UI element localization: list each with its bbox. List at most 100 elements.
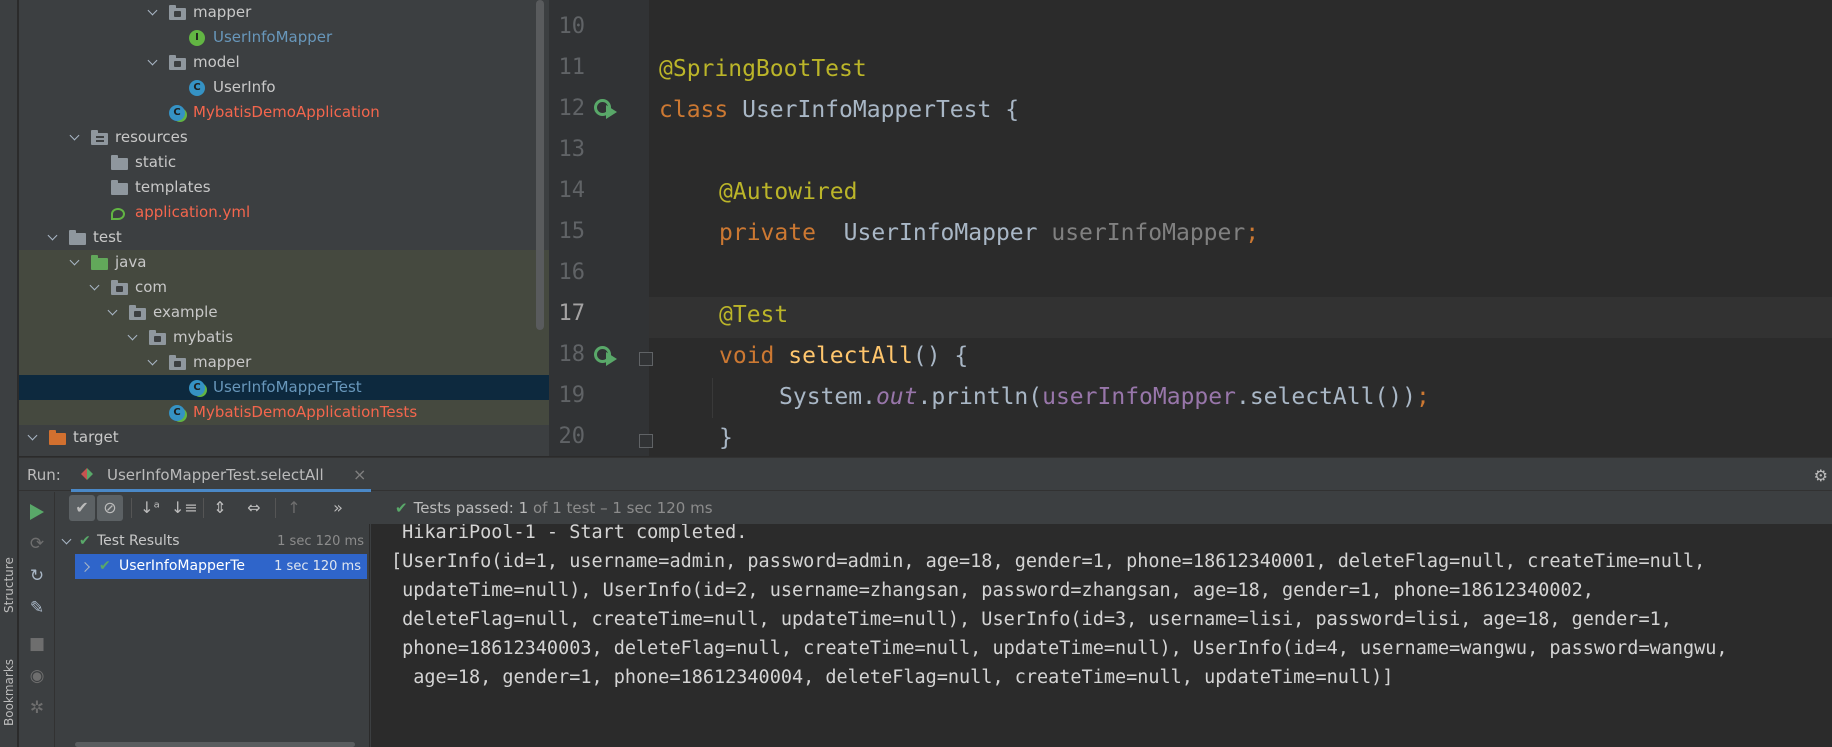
toolbar-separator xyxy=(275,498,276,518)
method-params: () { xyxy=(912,343,969,369)
chevron-down-icon[interactable] xyxy=(25,425,41,450)
chevron-down-icon[interactable] xyxy=(67,250,83,275)
code-line-12: class UserInfoMapperTest { xyxy=(659,97,1019,123)
tree-node-java[interactable]: java xyxy=(19,250,549,275)
tree-node-target[interactable]: target xyxy=(19,425,549,450)
chevron-down-icon[interactable] xyxy=(59,529,75,554)
result-time: 1 sec 120 ms xyxy=(277,534,364,549)
project-scrollbar[interactable] xyxy=(536,0,544,330)
fold-method-icon[interactable] xyxy=(639,352,653,366)
run-test-gutter-icon[interactable] xyxy=(594,346,620,370)
tree-node-mybatis[interactable]: mybatis xyxy=(19,325,549,350)
chevron-right-icon[interactable] xyxy=(75,559,100,575)
test-runner-toolbar: ✔ ⊘ ↓ᵃ ↓≡ ⇕ ⇔ ↑ » ✔ Tests passed: 1 of 1 … xyxy=(55,492,1832,524)
tree-node-model[interactable]: model xyxy=(19,50,549,75)
tree-node-resources[interactable]: resources xyxy=(19,125,549,150)
stop-icon[interactable]: ■ xyxy=(27,634,47,654)
test-results-root[interactable]: ✔ Test Results 1 sec 120 ms xyxy=(55,529,370,554)
bookmarks-tab[interactable]: Bookmarks xyxy=(0,645,18,740)
tree-node-com[interactable]: com xyxy=(19,275,549,300)
console-line: updateTime=null), UserInfo(id=2, usernam… xyxy=(391,580,1594,601)
package-icon xyxy=(149,330,166,345)
test-config-icon xyxy=(81,468,93,480)
tree-node-mapper[interactable]: mapper xyxy=(19,350,549,375)
collapse-all-button[interactable]: ⇔ xyxy=(241,495,267,521)
class-icon: C xyxy=(189,80,205,96)
tree-node-label: target xyxy=(73,428,119,446)
tree-node-label: mybatis xyxy=(173,328,234,346)
chevron-down-icon[interactable] xyxy=(87,275,103,300)
previous-failed-button[interactable]: ↑ xyxy=(281,495,307,521)
chevron-down-icon[interactable] xyxy=(105,300,121,325)
chevron-down-icon[interactable] xyxy=(125,325,141,350)
tree-node-userinfomappertest[interactable]: C UserInfoMapperTest xyxy=(19,375,549,400)
tree-node-label: mapper xyxy=(193,353,252,371)
chevron-down-icon[interactable] xyxy=(45,225,61,250)
run-class-gutter-icon[interactable] xyxy=(594,99,620,123)
class-icon: C xyxy=(169,105,185,121)
tree-node-label: mapper xyxy=(193,3,252,21)
current-line-highlight xyxy=(649,297,1832,338)
line-number: 18 xyxy=(558,342,586,367)
fold-end-icon[interactable] xyxy=(639,434,653,448)
tree-node-templates[interactable]: templates xyxy=(19,175,549,200)
indent-guide xyxy=(712,378,713,418)
close-tab-icon[interactable]: × xyxy=(353,465,366,484)
wrench-icon[interactable]: ✎ xyxy=(27,598,47,618)
status-detail: of 1 test – 1 sec 120 ms xyxy=(532,499,713,517)
field-ref: userInfoMapper xyxy=(1042,384,1236,410)
folder-icon xyxy=(49,430,66,445)
gear-icon[interactable]: ⚙ xyxy=(1814,466,1828,485)
run-side-toolbar: ⟳ ↻ ✎ ■ ◉ ✲ xyxy=(19,492,55,747)
class-icon: C xyxy=(169,405,185,421)
annotation-springboottest: @SpringBootTest xyxy=(659,56,867,82)
tree-node-mybatisdemoapplication[interactable]: C MybatisDemoApplication xyxy=(19,100,549,125)
tree-node-userinfomapper[interactable]: I UserInfoMapper xyxy=(19,25,549,50)
rerun-play-icon[interactable] xyxy=(27,502,47,522)
class-name: UserInfoMapperTest { xyxy=(728,97,1020,123)
annotation-test: @Test xyxy=(719,302,789,328)
toggle-auto-test-icon[interactable]: ↻ xyxy=(27,566,47,586)
expand-all-button[interactable]: ⇕ xyxy=(207,495,233,521)
tree-node-static[interactable]: static xyxy=(19,150,549,175)
code-line-20: } xyxy=(719,425,733,451)
tree-node-userinfo[interactable]: C UserInfo xyxy=(19,75,549,100)
camera-icon[interactable]: ◉ xyxy=(27,666,47,686)
field-type: UserInfoMapper xyxy=(815,220,1052,246)
run-config-tab[interactable]: UserInfoMapperTest.selectAll × xyxy=(71,458,371,492)
passed-check-icon: ✔ xyxy=(395,499,408,517)
code-editor[interactable]: 10 11 12 13 14 15 16 17 18 19 20 @SpringBootTest c… xyxy=(549,0,1832,456)
show-passed-button[interactable]: ✔ xyxy=(69,495,95,521)
console-line: age=18, gender=1, phone=18612340004, del… xyxy=(391,667,1394,688)
sort-alphabetically-button[interactable]: ↓ᵃ xyxy=(137,495,163,521)
project-tree[interactable]: mapper I UserInfoMapper model C UserInfo C Myba… xyxy=(19,0,549,456)
interface-icon: I xyxy=(189,30,205,46)
settings-icon[interactable]: ✲ xyxy=(27,698,47,718)
semicolon: ; xyxy=(1416,384,1430,410)
annotation-autowired: @Autowired xyxy=(719,179,858,205)
chevron-down-icon[interactable] xyxy=(145,350,161,375)
more-actions-button[interactable]: » xyxy=(325,495,351,521)
test-result-item[interactable]: ✔ UserInfoMapperTe 1 sec 120 ms xyxy=(75,554,367,579)
tree-node-test[interactable]: test xyxy=(19,225,549,250)
tree-node-application-yml[interactable]: application.yml xyxy=(19,200,549,225)
tests-status: ✔ Tests passed: 1 of 1 test – 1 sec 120 m… xyxy=(395,499,713,517)
chevron-down-icon[interactable] xyxy=(67,125,83,150)
code-line-14: @Autowired xyxy=(719,179,857,205)
code-line-15: private UserInfoMapper userInfoMapper; xyxy=(719,220,1259,246)
results-scrollbar[interactable] xyxy=(75,742,355,747)
show-ignored-button[interactable]: ⊘ xyxy=(97,495,123,521)
console-line: phone=18612340003, deleteFlag=null, crea… xyxy=(391,638,1728,659)
structure-tab[interactable]: Structure xyxy=(0,540,18,630)
tree-node-mapper[interactable]: mapper xyxy=(19,0,549,25)
sort-by-duration-button[interactable]: ↓≡ xyxy=(171,495,198,521)
rerun-failed-icon[interactable]: ⟳ xyxy=(27,534,47,554)
chevron-down-icon[interactable] xyxy=(145,50,161,75)
tree-node-example[interactable]: example xyxy=(19,300,549,325)
line-number: 15 xyxy=(558,219,586,244)
folder-icon xyxy=(111,155,128,170)
chevron-down-icon[interactable] xyxy=(145,0,161,25)
console-output[interactable]: HikariPool-1 - Start completed. [UserInfo… xyxy=(371,524,1832,747)
tree-node-mybatisdemoapplicationtests[interactable]: C MybatisDemoApplicationTests xyxy=(19,400,549,425)
code-line-17: @Test xyxy=(719,302,788,328)
